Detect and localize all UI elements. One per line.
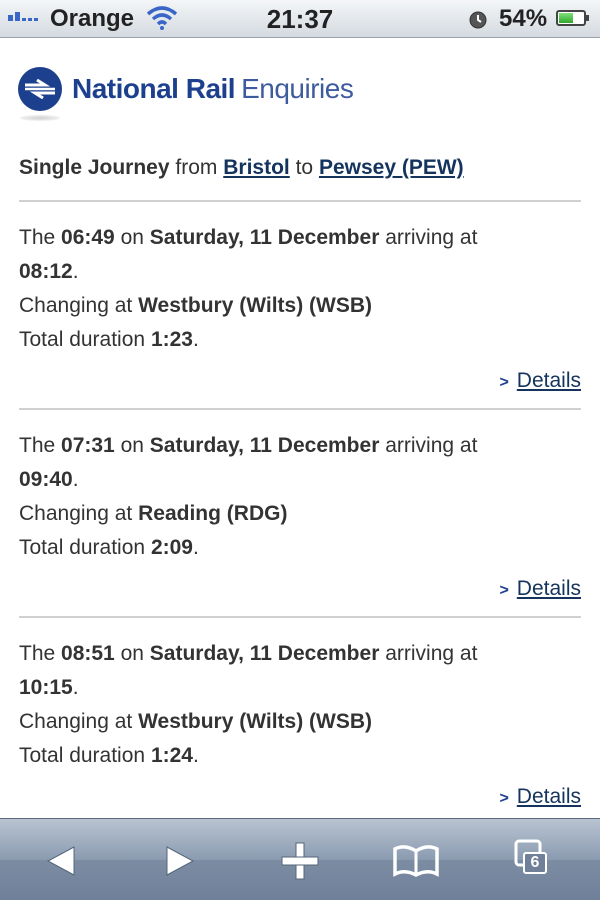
origin-link[interactable]: Bristol [223, 156, 290, 179]
result-line-1: The 08:51 on Saturday, 11 December arriv… [19, 637, 581, 671]
result-line-4: Total duration 1:23. [19, 328, 199, 351]
browser-toolbar: 6 [0, 818, 600, 900]
result-line-3: Changing at Westbury (Wilts) (WSB) [19, 289, 581, 323]
arrival-time: 10:15 [19, 676, 73, 699]
text-on: on [120, 226, 144, 249]
departure-time: 08:51 [61, 642, 115, 665]
text-on: on [120, 642, 144, 665]
travel-date: Saturday, 11 December [149, 226, 380, 249]
journey-result: The 06:49 on Saturday, 11 December arriv… [19, 221, 581, 357]
details-link[interactable]: Details [517, 785, 581, 808]
logo-text-light: Enquiries [241, 73, 354, 104]
duration: 2:09 [150, 536, 193, 559]
divider [19, 616, 581, 618]
chevron-right-icon: > [499, 790, 509, 807]
result-line-2: 08:12. [19, 260, 79, 283]
result-line-2: 10:15. [19, 676, 79, 699]
text-changing-at: Changing at [19, 502, 133, 525]
travel-date: Saturday, 11 December [149, 434, 380, 457]
duration: 1:23 [150, 328, 193, 351]
divider [19, 200, 581, 202]
travel-date: Saturday, 11 December [149, 642, 380, 665]
details-link-row: > Details [499, 369, 581, 393]
arrival-time: 09:40 [19, 468, 73, 491]
to-word: to [295, 156, 314, 179]
national-rail-roundel-icon [18, 67, 62, 111]
text-arriving-at: arriving at [385, 642, 478, 665]
open-book-icon[interactable] [391, 839, 441, 883]
alarm-clock-icon [468, 9, 488, 37]
text-arriving-at: arriving at [385, 226, 478, 249]
chevron-right-icon: > [499, 582, 509, 599]
change-station: Westbury (Wilts) (WSB) [138, 710, 373, 733]
details-link[interactable]: Details [517, 369, 581, 392]
text-the: The [19, 226, 56, 249]
national-rail-logo[interactable]: National Rail Enquiries [18, 59, 354, 119]
details-link-row: > Details [499, 577, 581, 601]
battery-percent: 54% [499, 5, 548, 32]
arrival-time: 08:12 [19, 260, 73, 283]
journey-type: Single Journey [19, 156, 170, 179]
destination-link[interactable]: Pewsey (PEW) [319, 156, 464, 179]
logo-wordmark: National Rail Enquiries [72, 73, 354, 105]
text-changing-at: Changing at [19, 710, 133, 733]
details-link-row: > Details [499, 785, 581, 809]
text-the: The [19, 434, 56, 457]
result-line-4: Total duration 2:09. [19, 536, 199, 559]
plus-icon[interactable] [275, 839, 325, 883]
logo-shadow [20, 115, 60, 121]
text-total-duration: Total duration [19, 744, 146, 767]
change-station: Westbury (Wilts) (WSB) [138, 294, 373, 317]
text-total-duration: Total duration [19, 536, 146, 559]
battery-icon [556, 10, 589, 26]
result-line-2: 09:40. [19, 468, 79, 491]
departure-time: 07:31 [61, 434, 115, 457]
logo-text-bold: National Rail [72, 73, 236, 104]
journey-result: The 08:51 on Saturday, 11 December arriv… [19, 637, 581, 773]
text-the: The [19, 642, 56, 665]
status-bar: Orange 21:37 54% [0, 0, 600, 38]
tab-count-badge: 6 [523, 852, 547, 874]
text-total-duration: Total duration [19, 328, 146, 351]
result-line-3: Changing at Reading (RDG) [19, 497, 581, 531]
result-line-3: Changing at Westbury (Wilts) (WSB) [19, 705, 581, 739]
result-line-1: The 06:49 on Saturday, 11 December arriv… [19, 221, 581, 255]
forward-arrow-icon[interactable] [155, 839, 205, 883]
result-line-4: Total duration 1:24. [19, 744, 199, 767]
details-link[interactable]: Details [517, 577, 581, 600]
divider [19, 408, 581, 410]
chevron-right-icon: > [499, 374, 509, 391]
departure-time: 06:49 [61, 226, 115, 249]
text-arriving-at: arriving at [385, 434, 478, 457]
journey-result: The 07:31 on Saturday, 11 December arriv… [19, 429, 581, 565]
pages-icon[interactable]: 6 [510, 839, 560, 883]
text-changing-at: Changing at [19, 294, 133, 317]
change-station: Reading (RDG) [138, 502, 288, 525]
result-line-1: The 07:31 on Saturday, 11 December arriv… [19, 429, 581, 463]
duration: 1:24 [150, 744, 193, 767]
back-arrow-icon[interactable] [36, 839, 86, 883]
journey-summary: Single Journey from Bristol to Pewsey (P… [19, 156, 464, 180]
web-content: National Rail Enquiries Single Journey fr… [0, 39, 600, 818]
from-word: from [175, 156, 218, 179]
text-on: on [120, 434, 144, 457]
